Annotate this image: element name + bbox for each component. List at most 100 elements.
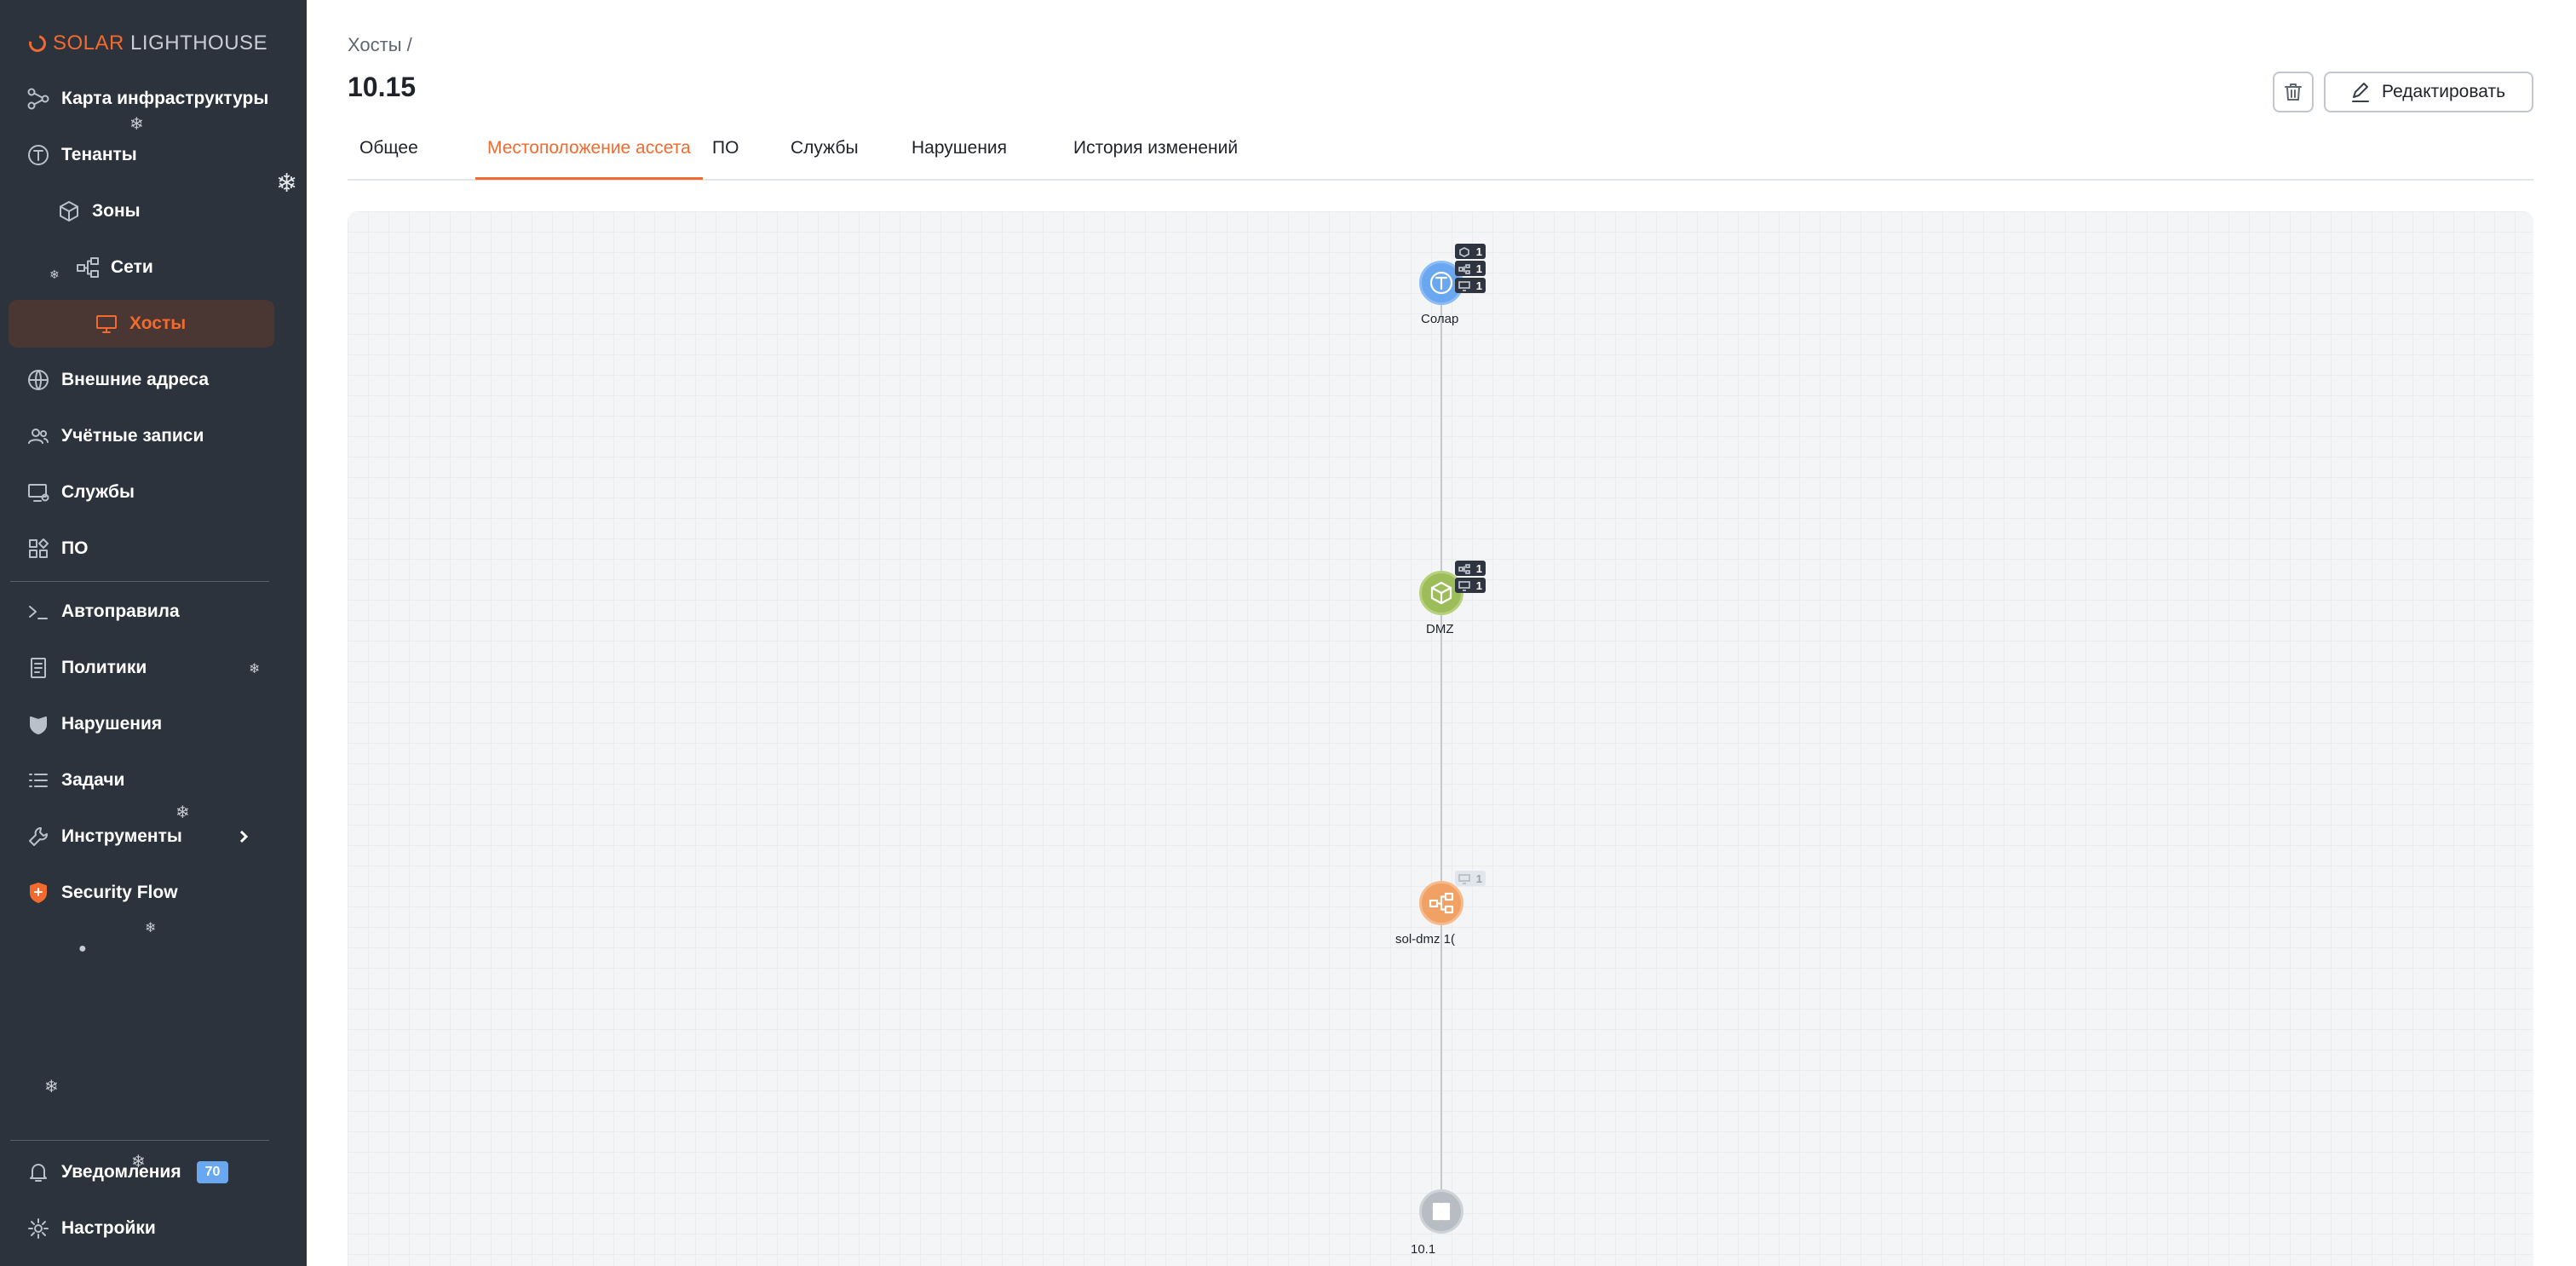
sidebar-item-services[interactable]: Службы: [9, 469, 274, 516]
service-icon: [26, 480, 51, 505]
globe-icon: [26, 367, 51, 393]
cube-icon: [1458, 246, 1470, 257]
counter-badge: 1: [1455, 244, 1486, 259]
sidebar-item-label: Карта инфраструктуры: [61, 89, 269, 108]
hierarchy-edge: [1440, 296, 1442, 1225]
snowflake-decoration-icon: ❄: [249, 662, 261, 676]
chevron-right-icon: [233, 826, 254, 847]
app-logo[interactable]: SOLAR LIGHTHOUSE: [26, 29, 268, 58]
apps-icon: [26, 536, 51, 561]
list-icon: [26, 768, 51, 793]
counter-badge: 1: [1455, 871, 1486, 886]
tab-violations[interactable]: Нарушения: [911, 138, 1007, 179]
sidebar-item-label: Настройки: [61, 1218, 156, 1238]
cube-icon: [1430, 581, 1452, 605]
network-icon: [75, 255, 101, 280]
terminal-icon: [26, 599, 51, 624]
sidebar-item-label: Политики: [61, 658, 147, 677]
snowflake-decoration-icon: ❄: [276, 170, 298, 198]
sidebar-item-label: Сети: [111, 257, 153, 277]
sidebar-item-label: ПО: [61, 538, 89, 558]
sidebar-item-violations[interactable]: Нарушения: [9, 700, 274, 748]
network-node[interactable]: [1419, 881, 1463, 925]
users-icon: [26, 423, 51, 449]
monitor-icon: [94, 311, 119, 337]
sidebar-item-policies[interactable]: Политики: [9, 644, 274, 692]
sidebar-item-external-addresses[interactable]: Внешние адреса: [9, 356, 274, 404]
brand-product: LIGHTHOUSE: [130, 32, 268, 55]
sidebar-item-label: Учётные записи: [61, 426, 204, 446]
sidebar-item-label: Инструменты: [61, 826, 182, 846]
sidebar-item-accounts[interactable]: Учётные записи: [9, 412, 274, 460]
main-content: Хосты / 10.15 Редактировать Общее Местоп…: [307, 0, 2576, 1266]
page-title: 10.15: [348, 72, 417, 102]
edit-button-label: Редактировать: [2382, 82, 2506, 101]
snowflake-decoration-icon: ●: [78, 941, 87, 956]
sidebar-item-label: Хосты: [129, 314, 187, 333]
tab-software[interactable]: ПО: [712, 138, 739, 179]
violation-icon: [26, 711, 51, 737]
sidebar-item-hosts[interactable]: Хосты: [9, 300, 274, 348]
host-node[interactable]: [1419, 1189, 1463, 1234]
counter-badge: 1: [1455, 278, 1486, 293]
sidebar-item-networks[interactable]: Сети: [9, 244, 274, 291]
wrench-icon: [26, 824, 51, 849]
sidebar-item-software[interactable]: ПО: [9, 525, 274, 573]
network-icon: [1458, 563, 1470, 574]
brand-name: SOLAR: [53, 32, 124, 55]
trash-icon: [2285, 83, 2302, 101]
tab-services[interactable]: Службы: [791, 138, 859, 179]
snowflake-decoration-icon: ❄: [44, 1078, 59, 1096]
sidebar-item-tenants[interactable]: Тенанты: [9, 131, 274, 179]
sidebar-item-autorules[interactable]: Автоправила: [9, 588, 274, 636]
monitor-icon: [1458, 280, 1470, 291]
shield-icon: [26, 880, 51, 906]
counter-badge: 1: [1455, 561, 1486, 576]
gear-icon: [26, 1216, 51, 1241]
asset-location-canvas[interactable]: 1 1 1 Солар 1 1 DMZ 1 sol-dmz 1(10.1: [348, 211, 2533, 1266]
tab-general[interactable]: Общее: [359, 138, 418, 179]
node-label: Солар: [1421, 312, 1459, 326]
sidebar-divider: [10, 581, 269, 582]
tenant-icon: [1429, 271, 1453, 295]
sidebar-item-label: Security Flow: [61, 883, 178, 902]
monitor-icon: [1458, 580, 1470, 591]
sidebar-item-settings[interactable]: Настройки: [9, 1205, 274, 1252]
network-icon: [1458, 263, 1470, 274]
windows-icon: [1432, 1202, 1451, 1221]
sidebar-item-security-flow[interactable]: Security Flow: [9, 869, 274, 917]
bell-icon: [26, 1160, 51, 1185]
snowflake-decoration-icon: ❄: [145, 921, 157, 935]
graph-icon: [26, 86, 51, 112]
snowflake-decoration-icon: ❄: [129, 115, 144, 134]
sidebar-item-notifications[interactable]: Уведомления 70: [9, 1148, 274, 1196]
sidebar-item-tools[interactable]: Инструменты: [9, 813, 274, 860]
sidebar-item-label: Нарушения: [61, 714, 163, 734]
tab-asset-location[interactable]: Местоположение ассета: [475, 138, 703, 180]
counter-badge: 1: [1455, 261, 1486, 276]
sidebar-item-label: Задачи: [61, 770, 125, 790]
counter-badge: 1: [1455, 578, 1486, 593]
snowflake-decoration-icon: ❄: [49, 268, 60, 281]
node-label: sol-dmz 1(: [1395, 932, 1456, 947]
notification-count-badge: 70: [196, 1161, 229, 1183]
network-icon: [1429, 892, 1454, 914]
sidebar-item-label: Автоправила: [61, 601, 180, 621]
edit-button[interactable]: Редактировать: [2324, 72, 2533, 112]
document-icon: [26, 655, 51, 681]
sidebar-item-label: Внешние адреса: [61, 370, 209, 389]
snowflake-decoration-icon: ❄: [175, 803, 190, 822]
pencil-icon: [2352, 83, 2369, 102]
monitor-icon: [1458, 873, 1470, 884]
sidebar-item-label: Уведомления: [61, 1162, 181, 1182]
tab-change-history[interactable]: История изменений: [1073, 138, 1238, 179]
logo-icon: [26, 32, 49, 55]
sidebar-item-tasks[interactable]: Задачи: [9, 757, 274, 804]
tenant-icon: [26, 142, 51, 168]
sidebar-item-zones[interactable]: Зоны: [9, 187, 274, 235]
breadcrumb[interactable]: Хосты /: [348, 34, 412, 56]
sidebar-item-label: Зоны: [92, 201, 141, 221]
tabs-bar: Общее Местоположение ассета ПО Службы На…: [348, 128, 2533, 181]
delete-button[interactable]: [2273, 72, 2314, 112]
sidebar: SOLAR LIGHTHOUSE Карта инфраструктуры Те…: [0, 0, 307, 1266]
